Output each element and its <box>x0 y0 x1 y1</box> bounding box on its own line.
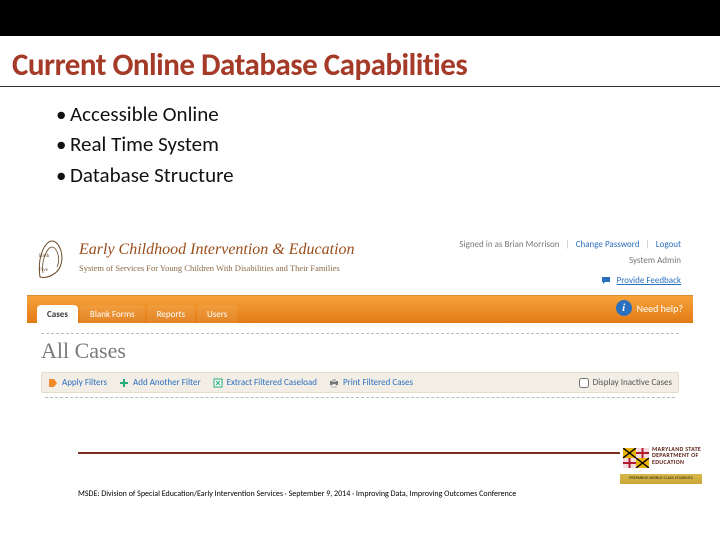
app-content: All Cases Apply Filters Add Another Filt… <box>27 323 693 400</box>
bullet-item: Real Time System <box>70 129 720 159</box>
bullet-item: Accessible Online <box>70 99 720 129</box>
display-inactive-checkbox[interactable] <box>579 378 589 388</box>
page-heading: All Cases <box>41 338 679 364</box>
signed-in-label: Signed in as <box>459 239 504 250</box>
app-logo-icon: Birth Five <box>35 237 69 281</box>
logo-line-3: EDUCATION <box>652 459 701 465</box>
arrow-right-icon <box>48 378 58 388</box>
content-top-divider <box>41 333 679 334</box>
msde-logo-strip: PREPARING WORLD CLASS STUDENTS <box>620 474 702 484</box>
brand-text-1: Early Childhood Intervention <box>79 241 268 258</box>
user-links: Signed in as Brian Morrison | Change Pas… <box>459 239 681 250</box>
speech-bubble-icon <box>601 276 611 286</box>
filter-toolbar: Apply Filters Add Another Filter Extract… <box>41 372 679 393</box>
separator-icon: | <box>566 239 570 250</box>
provide-feedback-link[interactable]: Provide Feedback <box>601 275 681 286</box>
tab-blank-forms[interactable]: Blank Forms <box>80 305 145 323</box>
tab-strip: Cases Blank Forms Reports Users i Need h… <box>27 295 693 323</box>
maryland-flag-icon <box>623 448 649 468</box>
help-label: Need help? <box>637 302 683 315</box>
add-another-filter-button[interactable]: Add Another Filter <box>119 377 201 388</box>
apply-filters-label: Apply Filters <box>62 377 107 388</box>
system-admin-label: System Admin <box>629 255 681 266</box>
tab-list: Cases Blank Forms Reports Users <box>37 305 237 323</box>
tab-cases[interactable]: Cases <box>37 305 78 323</box>
tab-reports[interactable]: Reports <box>147 305 195 323</box>
logout-link[interactable]: Logout <box>656 239 681 250</box>
display-inactive-label: Display Inactive Cases <box>593 377 672 388</box>
signed-in-user: Brian Morrison <box>505 239 560 250</box>
brand-text-2: Education <box>289 241 355 258</box>
content-bottom-divider <box>45 397 675 398</box>
extract-label: Extract Filtered Caseload <box>227 377 317 388</box>
spreadsheet-icon <box>213 378 223 388</box>
extract-caseload-button[interactable]: Extract Filtered Caseload <box>213 377 317 388</box>
brand-ampersand: & <box>272 241 284 258</box>
need-help-button[interactable]: i Need help? <box>616 300 683 316</box>
app-header: Birth Five Early Childhood Intervention … <box>27 233 693 295</box>
bullet-item: Database Structure <box>70 160 720 190</box>
print-label: Print Filtered Cases <box>343 377 413 388</box>
feedback-text: Provide Feedback <box>617 275 681 286</box>
change-password-link[interactable]: Change Password <box>576 239 640 250</box>
footer-rule <box>78 452 702 454</box>
printer-icon <box>329 378 339 388</box>
apply-filters-button[interactable]: Apply Filters <box>48 377 107 388</box>
print-filtered-button[interactable]: Print Filtered Cases <box>329 377 413 388</box>
tab-users[interactable]: Users <box>197 305 237 323</box>
info-icon: i <box>616 300 632 316</box>
bullet-list: Accessible Online Real Time System Datab… <box>0 87 720 190</box>
app-brand-title: Early Childhood Intervention & Education <box>79 241 355 259</box>
display-inactive-toggle[interactable]: Display Inactive Cases <box>579 377 672 388</box>
msde-logo: MARYLAND STATE DEPARTMENT OF EDUCATION P… <box>620 446 702 484</box>
msde-logo-text: MARYLAND STATE DEPARTMENT OF EDUCATION <box>652 446 701 465</box>
app-screenshot: Birth Five Early Childhood Intervention … <box>26 232 694 442</box>
slide-title: Current Online Database Capabilities <box>0 36 720 86</box>
app-brand-subtitle: System of Services For Young Children Wi… <box>79 263 340 273</box>
add-filter-label: Add Another Filter <box>133 377 201 388</box>
slide-footnote: MSDE: Division of Special Education/Earl… <box>78 489 516 499</box>
slide-top-bar <box>0 0 720 36</box>
separator-icon: | <box>646 239 650 250</box>
svg-text:Birth: Birth <box>39 254 50 259</box>
plus-icon <box>119 378 129 388</box>
svg-text:Five: Five <box>39 268 49 273</box>
